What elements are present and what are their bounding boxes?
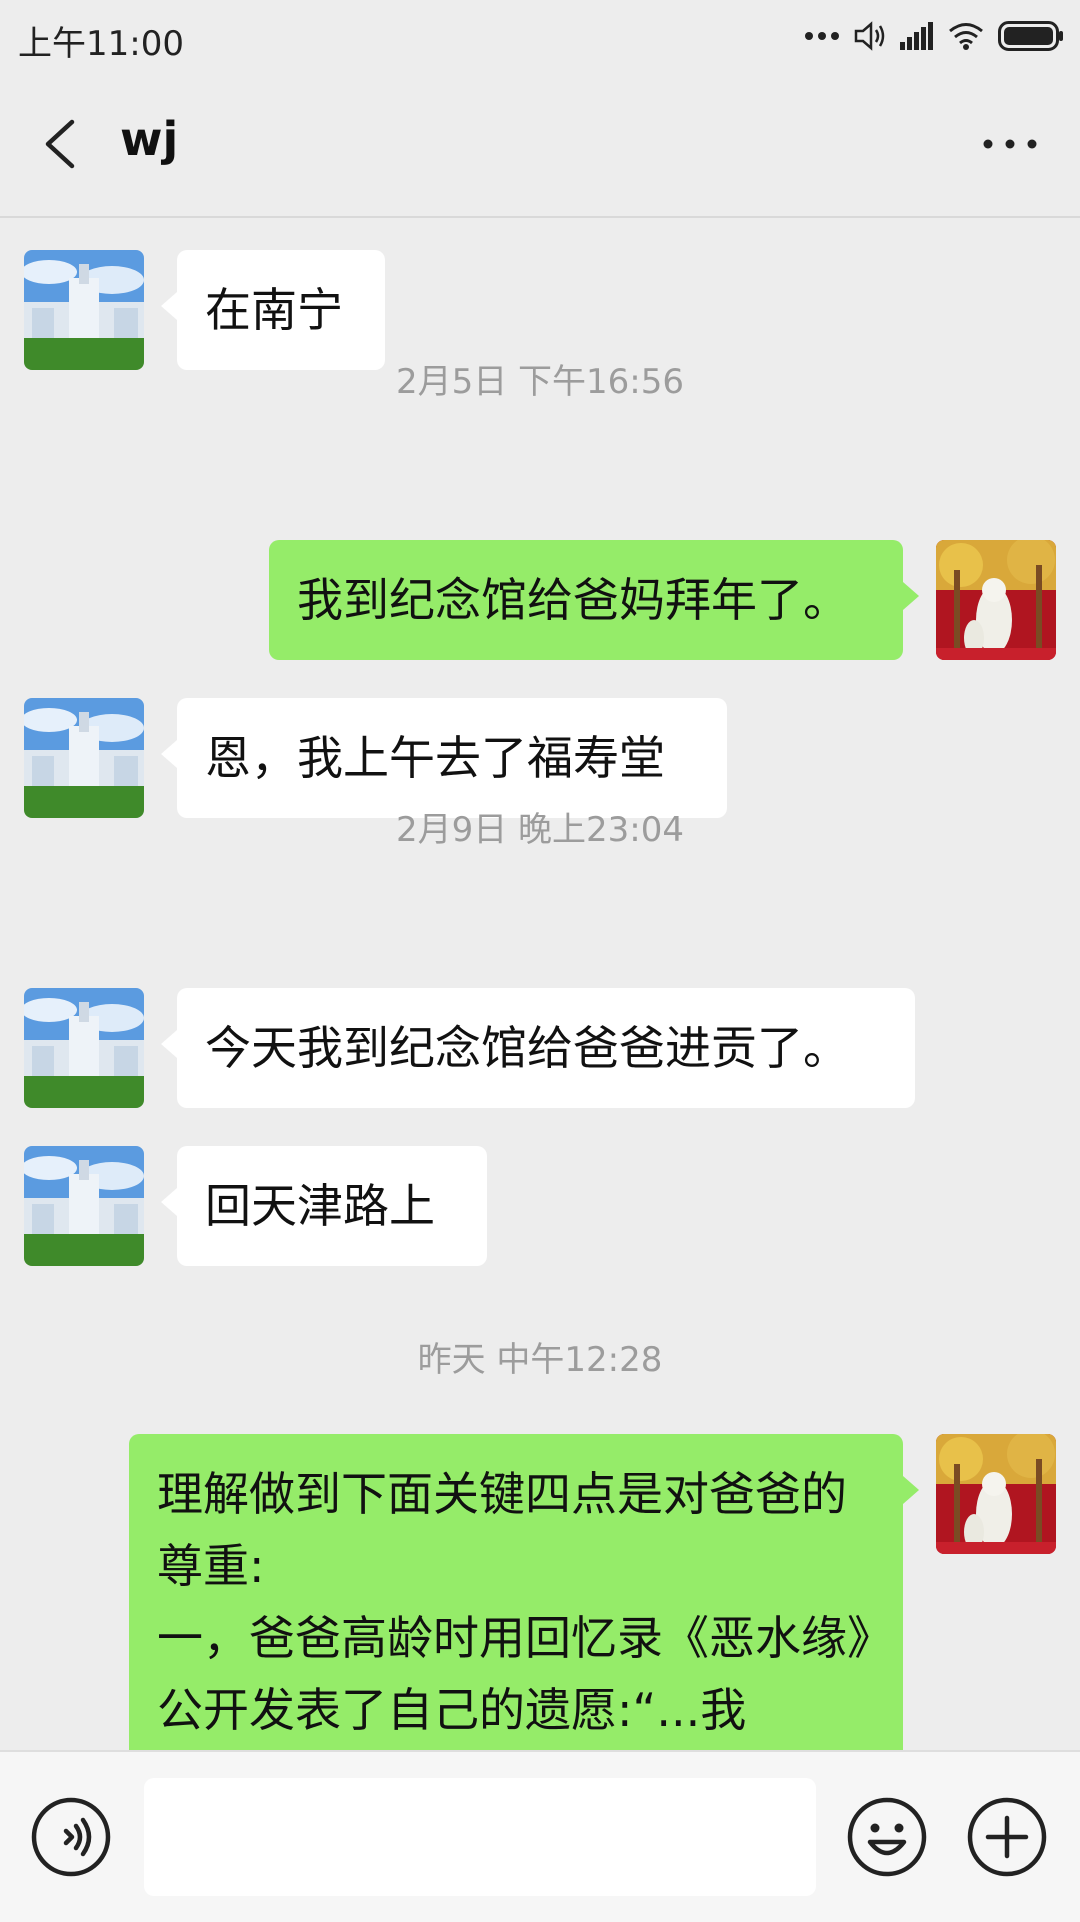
emoji-button[interactable] <box>846 1796 928 1878</box>
message-bubble[interactable]: 恩，我上午去了福寿堂 <box>161 698 727 818</box>
message-row-outgoing: 我到纪念馆给爸妈拜年了。 <box>0 540 1080 660</box>
contact-avatar[interactable] <box>24 250 144 370</box>
my-avatar[interactable] <box>936 1434 1056 1554</box>
more-options-button[interactable] <box>980 132 1040 156</box>
message-bubble[interactable]: 理解做到下面关键四点是对爸爸的尊重: 一，爸爸高龄时用回忆录《恶水缘》公开发表了… <box>129 1434 919 1750</box>
timestamp: 2月5日 下午16:56 <box>395 362 685 402</box>
message-row-incoming: 恩，我上午去了福寿堂 <box>0 698 1080 818</box>
message-row-incoming: 回天津路上 <box>0 1146 1080 1266</box>
message-bubble[interactable]: 我到纪念馆给爸妈拜年了。 <box>269 540 919 660</box>
chat-header: wj <box>0 72 1080 218</box>
more-dots-icon <box>805 32 839 40</box>
more-horizontal-icon <box>983 139 1037 149</box>
message-bubble[interactable]: 今天我到纪念馆给爸爸进贡了。 <box>161 988 915 1108</box>
message-list[interactable]: 在南宁 2月5日 下午16:56 我到纪念馆给爸妈拜年了。 恩，我上午去了福寿堂… <box>0 218 1080 1750</box>
message-row-outgoing: 理解做到下面关键四点是对爸爸的尊重: 一，爸爸高龄时用回忆录《恶水缘》公开发表了… <box>0 1434 1080 1750</box>
battery-icon <box>998 21 1063 51</box>
timestamp: 昨天 中午12:28 <box>417 1340 663 1380</box>
my-avatar[interactable] <box>936 540 1056 660</box>
message-bubble[interactable]: 在南宁 <box>161 250 385 370</box>
timestamp: 2月9日 晚上23:04 <box>395 810 685 850</box>
contact-avatar[interactable] <box>24 698 144 818</box>
input-bar <box>0 1750 1080 1922</box>
contact-avatar[interactable] <box>24 1146 144 1266</box>
more-functions-button[interactable] <box>966 1796 1048 1878</box>
chevron-left-icon <box>45 119 75 169</box>
emoji-icon <box>847 1797 927 1877</box>
plus-icon <box>967 1797 1047 1877</box>
chat-title: wj <box>120 112 179 166</box>
status-icons <box>804 18 1064 54</box>
message-input[interactable] <box>144 1778 816 1896</box>
voice-icon <box>31 1797 111 1877</box>
volume-icon <box>854 21 885 51</box>
back-button[interactable] <box>34 116 90 172</box>
message-row-incoming: 在南宁 <box>0 250 1080 370</box>
status-time: 上午11:00 <box>18 24 184 64</box>
voice-button[interactable] <box>30 1796 112 1878</box>
contact-avatar[interactable] <box>24 988 144 1108</box>
message-row-incoming: 今天我到纪念馆给爸爸进贡了。 <box>0 988 1080 1108</box>
status-bar: 上午11:00 <box>0 0 1080 72</box>
wifi-icon <box>949 23 983 50</box>
message-bubble[interactable]: 回天津路上 <box>161 1146 487 1266</box>
signal-icon <box>900 22 933 50</box>
